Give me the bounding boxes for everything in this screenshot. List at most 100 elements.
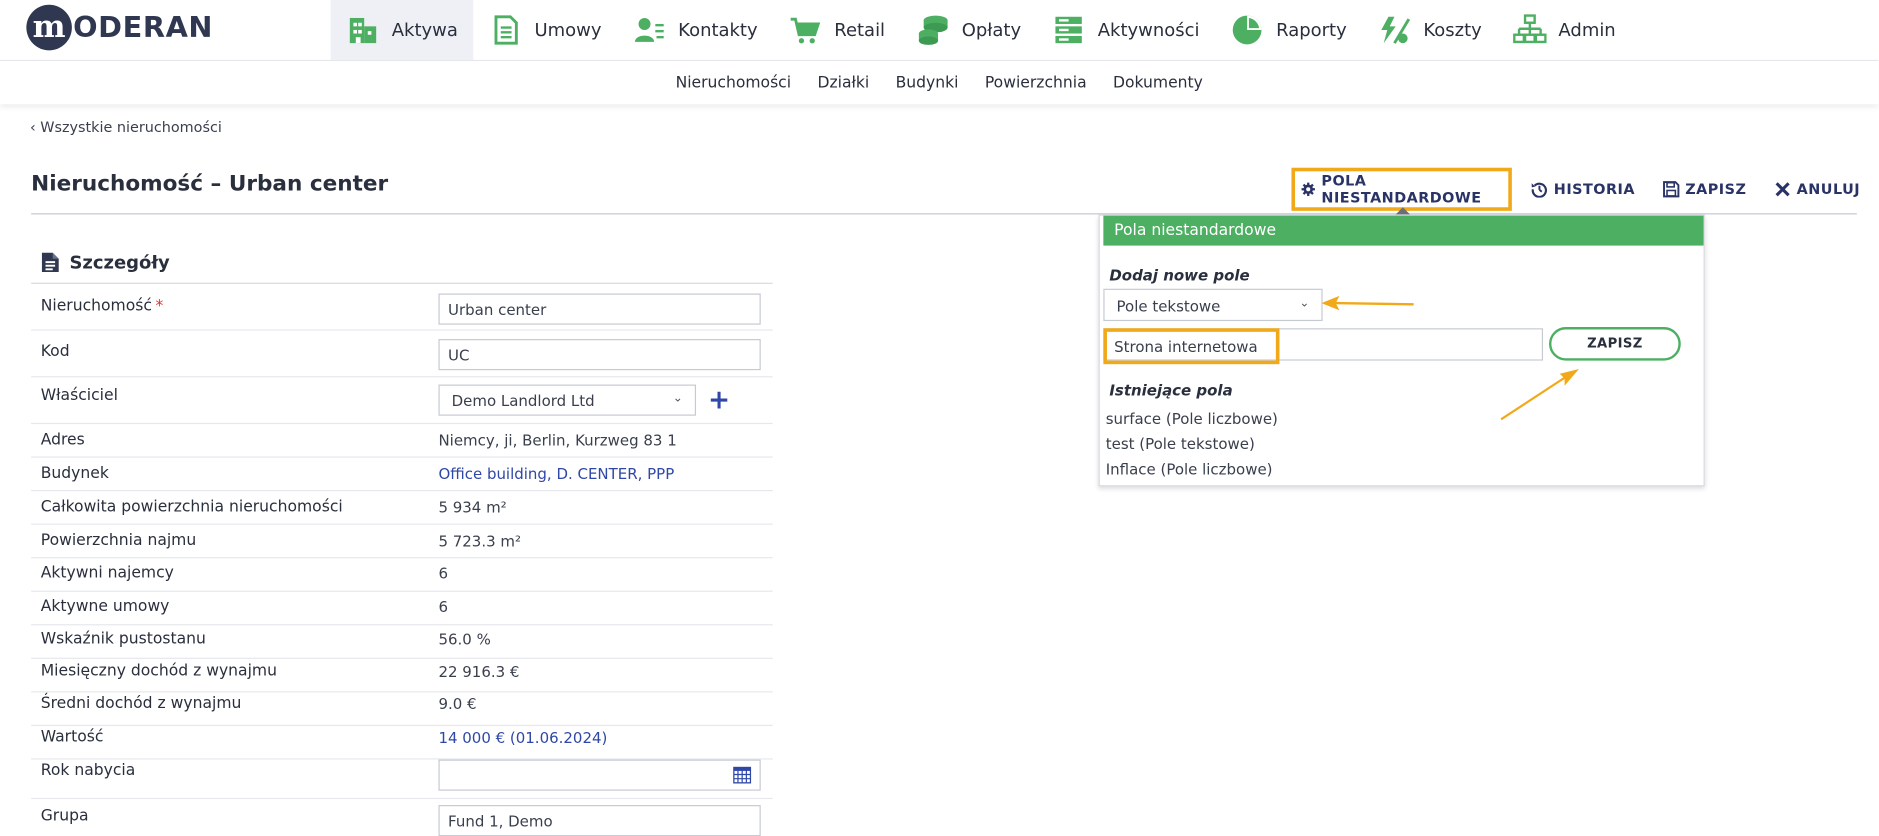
history-button[interactable]: HISTORIA bbox=[1531, 168, 1635, 211]
nav-label: Opłaty bbox=[961, 19, 1022, 41]
tasks-icon bbox=[1055, 16, 1083, 44]
chevron-down-icon: ⌄ bbox=[1299, 297, 1310, 311]
top-navigation: m ODERAN Aktywa Umowy Kontakty Retail Op… bbox=[0, 0, 1879, 62]
subnav-item-powierzchnia[interactable]: Powierzchnia bbox=[985, 74, 1087, 92]
existing-field-item: Inflace (Pole liczbowe) bbox=[1105, 460, 1273, 479]
rent-area-row: Powierzchnia najmu 5 723.3 m² bbox=[31, 525, 773, 559]
subnav-item-budynki[interactable]: Budynki bbox=[896, 74, 959, 92]
subnav-item-dokumenty[interactable]: Dokumenty bbox=[1113, 74, 1203, 92]
active-contracts-row: Aktywne umowy 6 bbox=[31, 592, 773, 626]
active-tenants-label: Aktywni najemcy bbox=[40, 564, 174, 583]
property-row: Nieruchomość * Urban center bbox=[31, 284, 773, 331]
owner-label: Właściciel bbox=[40, 386, 118, 405]
sub-navigation: Nieruchomości Działki Budynki Powierzchn… bbox=[0, 61, 1879, 105]
value-label: Wartość bbox=[40, 728, 104, 747]
active-tenants-row: Aktywni najemcy 6 bbox=[31, 558, 773, 592]
nav-item-oplaty[interactable]: Opłaty bbox=[901, 0, 1037, 60]
owner-row: Właściciel Demo Landlord Ltd ⌄ + bbox=[31, 377, 773, 425]
document-icon bbox=[494, 15, 518, 45]
owner-select[interactable]: Demo Landlord Ltd ⌄ bbox=[438, 384, 697, 416]
active-contracts-value: 6 bbox=[438, 597, 448, 616]
details-heading: Szczegóły bbox=[41, 252, 170, 273]
rent-area-label: Powierzchnia najmu bbox=[40, 531, 197, 550]
address-value: Niemcy, ji, Berlin, Kurzweg 83 1 bbox=[438, 431, 677, 450]
main-menu: Aktywa Umowy Kontakty Retail Opłaty Akty… bbox=[330, 0, 1632, 60]
vacancy-row: Wskaźnik pustostanu 56.0 % bbox=[31, 625, 773, 659]
cancel-button[interactable]: ANULUJ bbox=[1774, 168, 1860, 211]
nav-label: Kontakty bbox=[678, 19, 758, 41]
nav-item-aktywa[interactable]: Aktywa bbox=[330, 0, 474, 60]
nav-item-admin[interactable]: Admin bbox=[1497, 0, 1631, 60]
history-icon bbox=[1531, 182, 1547, 198]
required-marker: * bbox=[155, 297, 164, 316]
vacancy-value: 56.0 % bbox=[438, 630, 491, 649]
acquisition-year-input[interactable] bbox=[438, 759, 761, 791]
pie-chart-icon bbox=[1233, 15, 1262, 45]
document-icon bbox=[41, 252, 59, 272]
sitemap-icon bbox=[1512, 14, 1547, 44]
custom-fields-popup: Pola niestandardowe Dodaj nowe pole Pole… bbox=[1098, 214, 1705, 487]
code-label: Kod bbox=[40, 342, 70, 361]
nav-item-aktywnosci[interactable]: Aktywności bbox=[1037, 0, 1215, 60]
history-label: HISTORIA bbox=[1553, 180, 1635, 198]
custom-fields-button[interactable]: POLA NIESTANDARDOWE bbox=[1291, 167, 1512, 215]
field-type-select[interactable]: Pole tekstowe ⌄ bbox=[1103, 288, 1323, 322]
owner-selected-value: Demo Landlord Ltd bbox=[451, 391, 595, 410]
acquisition-year-label: Rok nabycia bbox=[40, 761, 136, 780]
contacts-icon bbox=[635, 17, 664, 42]
save-button[interactable]: ZAPISZ bbox=[1662, 168, 1747, 211]
avg-income-label: Średni dochód z wynajmu bbox=[40, 694, 242, 713]
nav-item-umowy[interactable]: Umowy bbox=[473, 0, 617, 60]
page: { "app": { "logo_letter": "m", "logo_tex… bbox=[0, 0, 1879, 836]
property-label: Nieruchomość * bbox=[40, 297, 164, 316]
rent-area-value: 5 723.3 m² bbox=[438, 531, 521, 550]
breadcrumb-back-link[interactable]: ‹ Wszystkie nieruchomości bbox=[30, 119, 222, 136]
annotation-arrow-left bbox=[1321, 295, 1414, 311]
popup-save-button[interactable]: ZAPISZ bbox=[1549, 327, 1681, 361]
annotation-arrow-diagonal bbox=[1500, 368, 1579, 421]
nav-item-retail[interactable]: Retail bbox=[773, 0, 900, 60]
nav-label: Umowy bbox=[534, 19, 602, 41]
calendar-icon[interactable] bbox=[733, 766, 752, 784]
subnav-item-dzialki[interactable]: Działki bbox=[817, 74, 869, 92]
nav-label: Raporty bbox=[1276, 19, 1347, 41]
close-icon bbox=[1775, 182, 1790, 197]
total-area-label: Całkowita powierzchnia nieruchomości bbox=[40, 498, 343, 517]
vacancy-label: Wskaźnik pustostanu bbox=[40, 630, 206, 649]
monthly-income-label: Miesięczny dochód z wynajmu bbox=[40, 662, 277, 681]
buildings-icon bbox=[349, 17, 377, 44]
avg-income-value: 9.0 € bbox=[438, 694, 477, 713]
gear-icon bbox=[1301, 182, 1315, 196]
nav-label: Admin bbox=[1558, 19, 1616, 41]
custom-fields-label: POLA NIESTANDARDOWE bbox=[1321, 172, 1482, 207]
chevron-down-icon: ⌄ bbox=[672, 391, 683, 405]
logo-text: ODERAN bbox=[73, 10, 214, 45]
add-owner-plus-icon[interactable]: + bbox=[708, 388, 730, 414]
cart-icon bbox=[791, 17, 821, 44]
group-label: Grupa bbox=[40, 807, 89, 826]
logo-mark: m bbox=[26, 4, 72, 51]
moderan-logo[interactable]: m ODERAN bbox=[26, 4, 214, 51]
nav-label: Aktywa bbox=[391, 19, 458, 41]
code-input[interactable]: UC bbox=[438, 339, 761, 371]
nav-item-koszty[interactable]: Koszty bbox=[1362, 0, 1497, 60]
address-label: Adres bbox=[40, 431, 85, 450]
value-row: Wartość 14 000 € (01.06.2024) bbox=[31, 726, 773, 760]
field-name-value: Strona internetowa bbox=[1103, 328, 1280, 365]
active-tenants-value: 6 bbox=[438, 564, 448, 583]
property-name-input[interactable]: Urban center bbox=[438, 293, 761, 325]
nav-item-kontakty[interactable]: Kontakty bbox=[617, 0, 773, 60]
costs-icon bbox=[1381, 16, 1411, 44]
existing-field-item: test (Pole tekstowe) bbox=[1105, 434, 1255, 453]
total-area-row: Całkowita powierzchnia nieruchomości 5 9… bbox=[31, 491, 773, 525]
nav-label: Aktywności bbox=[1097, 19, 1200, 41]
nav-item-raporty[interactable]: Raporty bbox=[1215, 0, 1362, 60]
field-type-value: Pole tekstowe bbox=[1116, 297, 1221, 316]
group-input[interactable]: Fund 1, Demo bbox=[438, 805, 761, 836]
building-link[interactable]: Office building, D. CENTER, PPP bbox=[438, 465, 674, 483]
avg-income-row: Średni dochód z wynajmu 9.0 € bbox=[31, 692, 773, 726]
monthly-income-row: Miesięczny dochód z wynajmu 22 916.3 € bbox=[31, 659, 773, 693]
code-row: Kod UC bbox=[31, 331, 773, 378]
subnav-item-nieruchomosci[interactable]: Nieruchomości bbox=[676, 74, 792, 92]
value-link[interactable]: 14 000 € (01.06.2024) bbox=[438, 728, 607, 746]
